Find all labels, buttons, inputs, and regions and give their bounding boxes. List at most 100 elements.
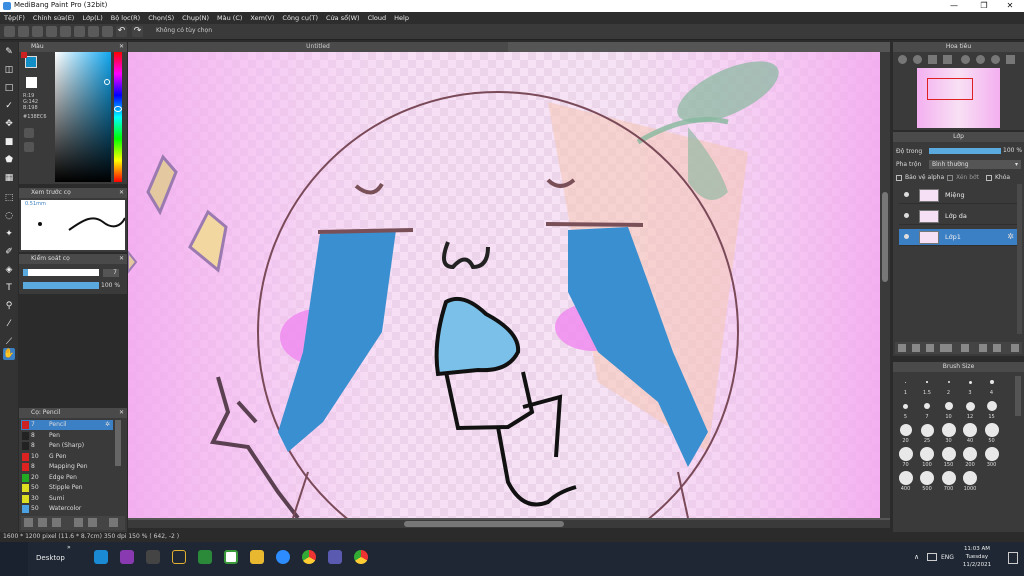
- operation-tool-icon[interactable]: ⚲: [3, 300, 15, 312]
- brush-size-option[interactable]: 150: [938, 446, 959, 468]
- medibang-taskbar-icon[interactable]: [224, 550, 238, 564]
- color-saturation-field[interactable]: [55, 52, 111, 182]
- cloud-icon[interactable]: [4, 26, 15, 37]
- lasso-tool-icon[interactable]: ◌: [3, 210, 15, 222]
- layer-list-scrollbar[interactable]: [1017, 184, 1022, 334]
- menu-edit[interactable]: Chỉnh sửa(E): [29, 12, 78, 24]
- rotate-right-icon[interactable]: [976, 55, 985, 64]
- brush-size-option[interactable]: 70: [895, 446, 916, 468]
- brush-size-option[interactable]: 50: [981, 422, 1002, 444]
- menu-color[interactable]: Màu (C): [213, 12, 246, 24]
- brush-size-option[interactable]: 2: [938, 374, 959, 396]
- brush-list-item[interactable]: 50 Watercolor: [21, 504, 113, 514]
- duplicate-icon[interactable]: [88, 518, 97, 527]
- battery-icon[interactable]: [927, 553, 937, 561]
- hue-slider-thumb[interactable]: [114, 106, 122, 112]
- trash-icon[interactable]: [109, 518, 118, 527]
- brush-size-option[interactable]: 1000: [960, 470, 981, 492]
- hand-tool-icon[interactable]: ✋: [3, 348, 15, 360]
- chrome-profile-icon[interactable]: [354, 550, 368, 564]
- new-layer-icon[interactable]: [898, 344, 906, 352]
- brush-size-option[interactable]: 12: [960, 398, 981, 420]
- close-icon[interactable]: ✕: [119, 42, 124, 52]
- canvas-vertical-scrollbar[interactable]: [880, 52, 890, 518]
- vertical-scroll-thumb[interactable]: [882, 192, 888, 282]
- brush-settings-icon[interactable]: [52, 518, 61, 527]
- brush-list-item[interactable]: 50 Stipple Pen: [21, 483, 113, 493]
- visibility-icon[interactable]: [904, 234, 909, 239]
- magic-wand-icon[interactable]: ✦: [3, 228, 15, 240]
- move-tool-icon[interactable]: ✥: [3, 118, 15, 130]
- app-icon-purple[interactable]: [120, 550, 134, 564]
- close-icon[interactable]: ✕: [119, 254, 124, 264]
- music-icon[interactable]: [146, 550, 160, 564]
- brush-size-option[interactable]: 200: [960, 446, 981, 468]
- input-language[interactable]: ENG: [941, 554, 954, 561]
- ruler-icon[interactable]: [102, 26, 113, 37]
- brush-size-option[interactable]: 400: [895, 470, 916, 492]
- brush-size-option[interactable]: 3: [960, 374, 981, 396]
- brush-size-option[interactable]: 25: [917, 422, 938, 444]
- zoom-in-icon[interactable]: [898, 55, 907, 64]
- brush-size-option[interactable]: 500: [917, 470, 938, 492]
- bucket-tool-icon[interactable]: ⬟: [3, 154, 15, 166]
- divide-tool-icon[interactable]: ⟋: [3, 336, 15, 348]
- new-halftone-layer-icon[interactable]: [912, 344, 920, 352]
- eyedropper-tool-icon[interactable]: ⁄: [3, 318, 15, 330]
- chrome-icon[interactable]: [302, 550, 316, 564]
- minimize-button[interactable]: —: [940, 0, 968, 12]
- close-icon[interactable]: ✕: [119, 188, 124, 198]
- duplicate-layer-icon[interactable]: [979, 344, 987, 352]
- menu-view[interactable]: Xem(V): [246, 12, 278, 24]
- brush-size-option[interactable]: 30: [938, 422, 959, 444]
- protect-alpha-checkbox[interactable]: [896, 175, 902, 181]
- comment-icon[interactable]: [32, 26, 43, 37]
- layer-folder-icon[interactable]: [961, 344, 969, 352]
- brush-size-option[interactable]: 300: [981, 446, 1002, 468]
- brush-size-option[interactable]: 100: [917, 446, 938, 468]
- layer-row[interactable]: Lớp1 ✲: [899, 229, 1017, 246]
- color-mini-swatch[interactable]: [21, 52, 27, 58]
- grid-icon[interactable]: [88, 26, 99, 37]
- brush-list-item[interactable]: 8 Pen (Sharp): [21, 441, 113, 451]
- menu-select[interactable]: Chọn(S): [144, 12, 178, 24]
- visibility-icon[interactable]: [904, 192, 909, 197]
- document-tab[interactable]: Untitled: [128, 42, 508, 52]
- brush-list-scrollbar[interactable]: [115, 420, 121, 466]
- file-explorer-icon[interactable]: [250, 550, 264, 564]
- select-eraser-icon[interactable]: ◈: [3, 264, 15, 276]
- brush-size-option[interactable]: 700: [938, 470, 959, 492]
- drawing-canvas[interactable]: [128, 52, 884, 518]
- gradient-tool-icon[interactable]: ▦: [3, 172, 15, 184]
- layer-row[interactable]: Lớp da: [899, 208, 1017, 225]
- navigator-thumbnail[interactable]: [917, 68, 1000, 128]
- actual-size-icon[interactable]: [943, 55, 952, 64]
- background-swatch[interactable]: [26, 77, 37, 88]
- flip-icon[interactable]: [1006, 55, 1015, 64]
- horizontal-scroll-thumb[interactable]: [404, 521, 564, 527]
- skype-icon[interactable]: [94, 550, 108, 564]
- brush-size-option[interactable]: 10: [938, 398, 959, 420]
- brush-list-item[interactable]: 8 Mapping Pen: [21, 462, 113, 472]
- excel-icon[interactable]: [198, 550, 212, 564]
- wifi-app-icon[interactable]: [172, 550, 186, 564]
- visibility-icon[interactable]: [904, 213, 909, 218]
- brush-size-option[interactable]: 20: [895, 422, 916, 444]
- zoom-icon[interactable]: [276, 550, 290, 564]
- clipping-checkbox[interactable]: [947, 175, 953, 181]
- brush-size-option[interactable]: 1: [895, 374, 916, 396]
- select-tool-icon[interactable]: ⬚: [3, 192, 15, 204]
- menu-layer[interactable]: Lớp(L): [78, 12, 106, 24]
- start-button[interactable]: [0, 542, 28, 576]
- brush-size-scrollbar[interactable]: [1015, 376, 1021, 416]
- brush-size-option[interactable]: 1.5: [917, 374, 938, 396]
- maximize-button[interactable]: ❐: [970, 0, 998, 12]
- menu-help[interactable]: Help: [390, 12, 413, 24]
- menu-window[interactable]: Cửa sổ(W): [322, 12, 364, 24]
- brush-list-item[interactable]: 30 Sumi: [21, 494, 113, 504]
- layer-opacity-slider[interactable]: [929, 148, 1001, 154]
- brush-size-option[interactable]: 40: [960, 422, 981, 444]
- reset-rotation-icon[interactable]: [991, 55, 1000, 64]
- palette-icon[interactable]: [24, 128, 34, 138]
- dot-tool-icon[interactable]: □: [3, 82, 15, 94]
